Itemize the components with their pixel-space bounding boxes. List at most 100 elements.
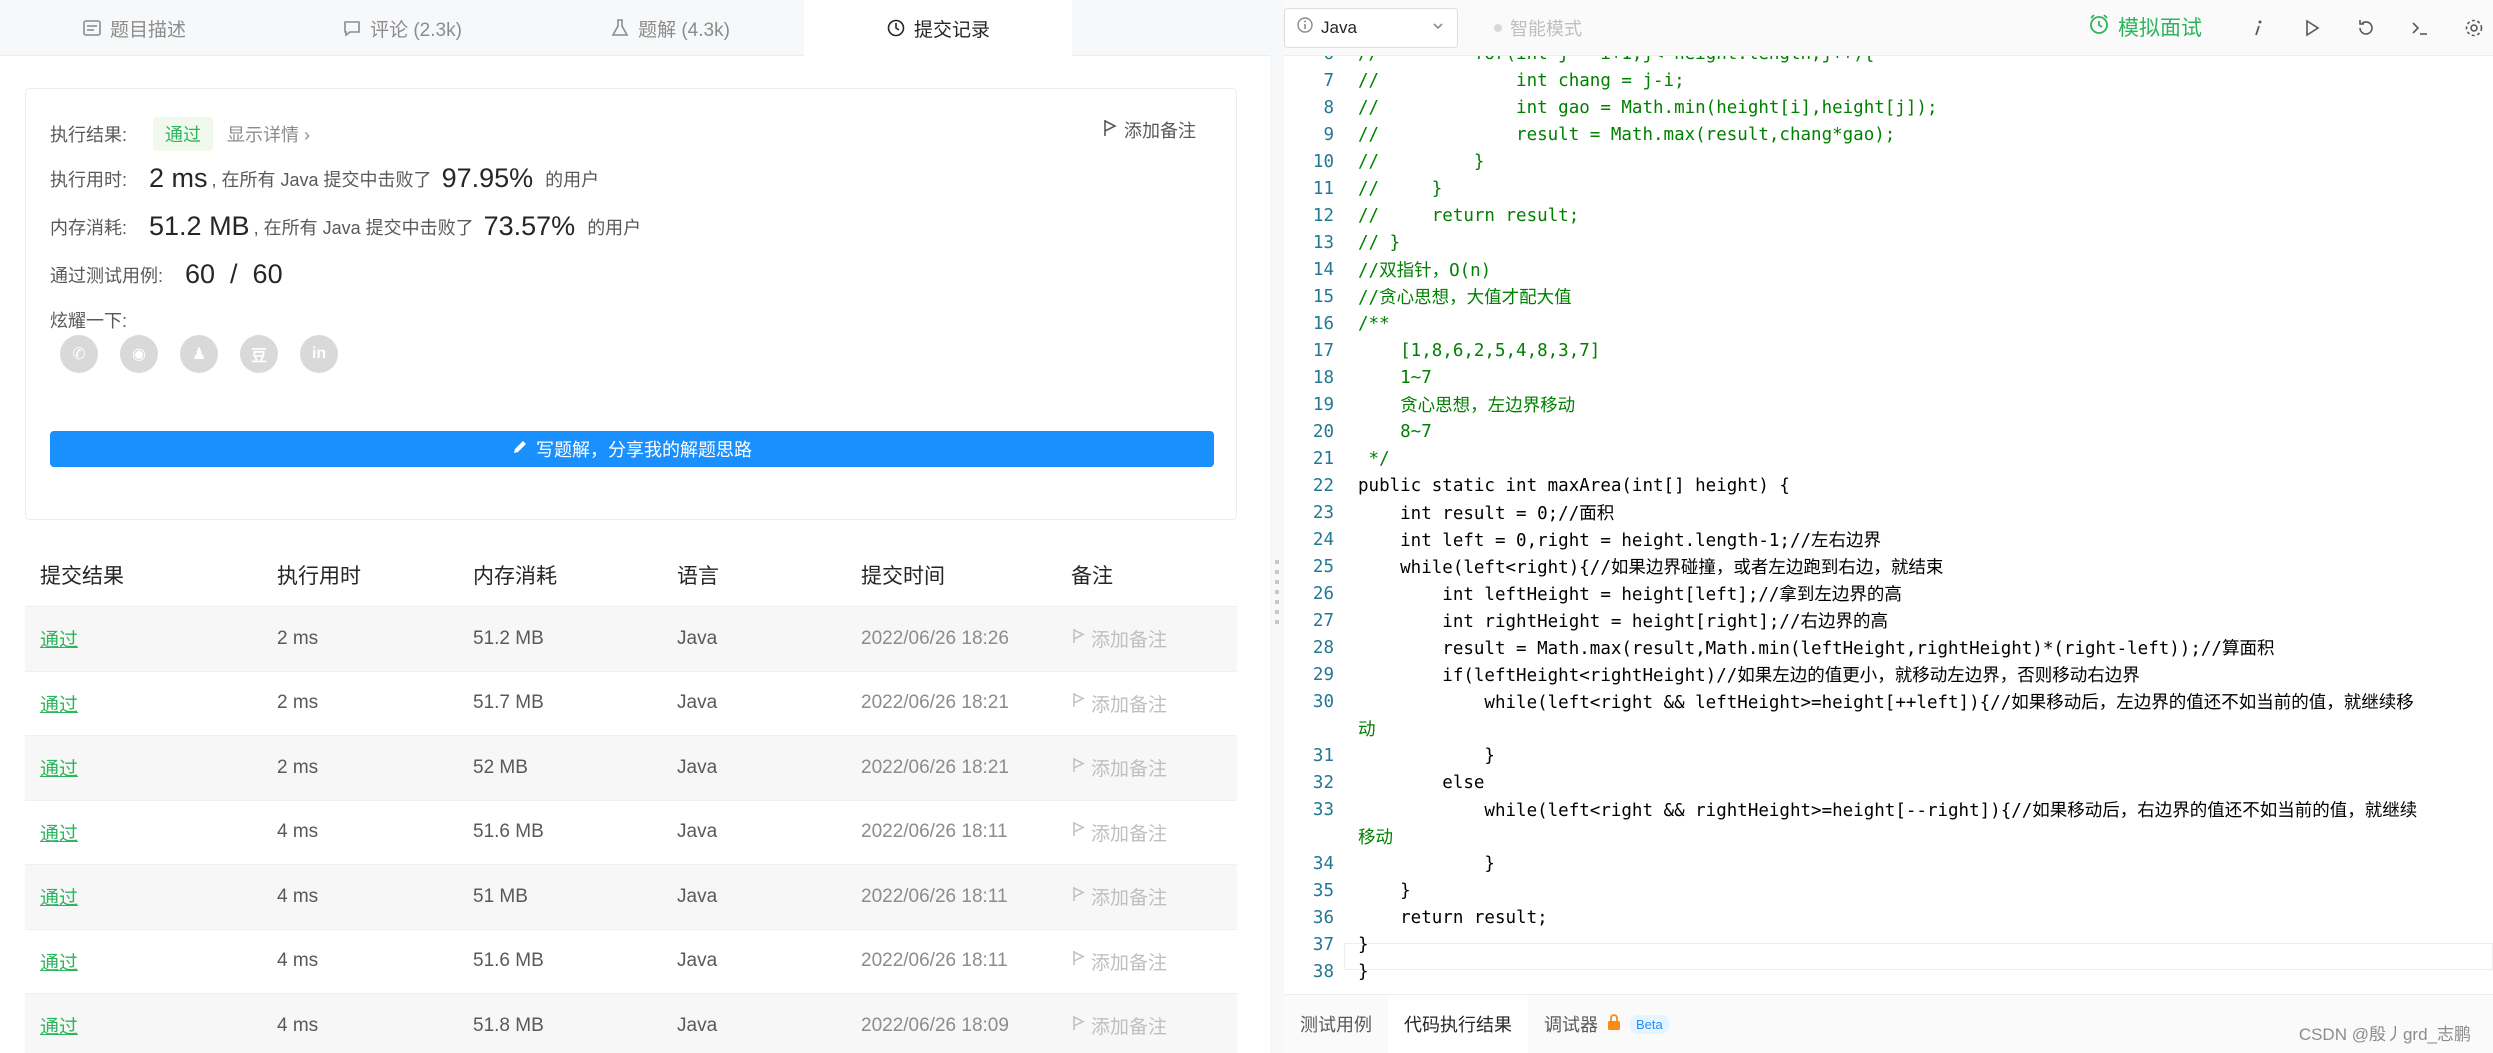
- tab-test-cases[interactable]: 测试用例: [1284, 995, 1388, 1053]
- terminal-icon[interactable]: [2406, 14, 2434, 42]
- line-code: 移动: [1358, 828, 1393, 848]
- header-status: 提交结果: [40, 564, 124, 588]
- row-add-note-button[interactable]: 添加备注: [1071, 819, 1237, 846]
- weibo-icon[interactable]: ◉: [120, 335, 158, 373]
- line-number: 37: [1312, 934, 1334, 955]
- row-time: 2 ms: [277, 692, 319, 714]
- row-add-note-button[interactable]: 添加备注: [1071, 883, 1237, 910]
- row-status[interactable]: 通过: [25, 625, 277, 652]
- show-detail-link[interactable]: 显示详情 ›: [227, 121, 310, 147]
- code-line: 25 while(left<right){//如果边界碰撞，或者左边跑到右边，就…: [1284, 553, 2493, 580]
- time-desc: , 在所有 Java 提交中击败了: [211, 169, 432, 190]
- line-number: 15: [1312, 286, 1334, 307]
- line-number: 14: [1312, 259, 1334, 280]
- row-language: Java: [677, 756, 718, 778]
- code-line: 11 // }: [1284, 175, 2493, 202]
- write-solution-button[interactable]: 写题解，分享我的解题思路: [50, 431, 1214, 467]
- linkedin-icon[interactable]: in: [300, 335, 338, 373]
- row-status[interactable]: 通过: [25, 948, 277, 975]
- result-card: 执行结果: 通过 显示详情 › 添加备注 执行用时: 2 ms , 在所有 Ja…: [25, 88, 1237, 520]
- code-line: 动: [1284, 715, 2493, 742]
- code-line: 27 int rightHeight = height[right];//右边界…: [1284, 607, 2493, 634]
- comment-icon: [342, 18, 362, 38]
- row-note-label: 添加备注: [1091, 759, 1168, 781]
- douban-icon[interactable]: 豆: [240, 335, 278, 373]
- row-status[interactable]: 通过: [25, 819, 277, 846]
- table-row: 通过 4 ms 51.6 MB Java 2022/06/26 18:11 添加备注: [25, 930, 1237, 994]
- table-row: 通过 2 ms 51.2 MB Java 2022/06/26 18:26 添加备注: [25, 607, 1237, 672]
- table-row: 通过 2 ms 52 MB Java 2022/06/26 18:21 添加备注: [25, 736, 1237, 801]
- row-status[interactable]: 通过: [25, 1012, 277, 1039]
- line-number: 25: [1312, 556, 1334, 577]
- memory-percentile: 73.57%: [483, 211, 576, 241]
- row-memory: 51.6 MB: [473, 821, 544, 843]
- flag-icon: [1071, 628, 1085, 650]
- row-note-label: 添加备注: [1091, 823, 1168, 845]
- row-memory: 51 MB: [473, 885, 528, 907]
- row-add-note-button[interactable]: 添加备注: [1071, 690, 1237, 717]
- line-code: int leftHeight = height[left];//拿到左边界的高: [1358, 585, 1902, 605]
- row-add-note-button[interactable]: 添加备注: [1071, 948, 1237, 975]
- line-code: while(left<right && leftHeight>=height[+…: [1358, 693, 2414, 713]
- smart-mode-toggle[interactable]: 智能模式: [1494, 15, 1582, 41]
- info-italic-icon[interactable]: [2244, 14, 2272, 42]
- tab-submissions[interactable]: 提交记录: [804, 0, 1072, 56]
- line-number: 23: [1312, 502, 1334, 523]
- line-number: 34: [1312, 853, 1334, 874]
- settings-icon[interactable]: [2460, 14, 2488, 42]
- mock-interview-button[interactable]: 模拟面试: [2088, 12, 2202, 42]
- tab-comments[interactable]: 评论 (2.3k): [268, 0, 536, 56]
- wechat-icon[interactable]: ✆: [60, 335, 98, 373]
- chevron-down-icon: [1431, 18, 1445, 38]
- tab-debugger[interactable]: 调试器 Beta: [1528, 995, 1685, 1053]
- write-solution-label: 写题解，分享我的解题思路: [536, 440, 752, 460]
- pane-splitter[interactable]: [1270, 0, 1284, 1053]
- reset-icon[interactable]: [2352, 14, 2380, 42]
- code-line: 7 // int chang = j-i;: [1284, 67, 2493, 94]
- code-line: 34 }: [1284, 850, 2493, 877]
- tab-exec-result[interactable]: 代码执行结果: [1388, 994, 1528, 1053]
- line-number: 9: [1323, 124, 1334, 145]
- test-cases-value: 60 / 60: [185, 259, 283, 289]
- table-row: 通过 4 ms 51.8 MB Java 2022/06/26 18:09 添加备注: [25, 994, 1237, 1053]
- language-select[interactable]: Java: [1284, 7, 1458, 48]
- row-status[interactable]: 通过: [25, 883, 277, 910]
- watermark: CSDN @殷丿grd_志鹏: [2298, 1025, 2471, 1044]
- line-number: 11: [1312, 178, 1334, 199]
- memory-desc: , 在所有 Java 提交中击败了: [253, 217, 474, 238]
- line-number: 22: [1312, 475, 1334, 496]
- line-code: }: [1358, 961, 1369, 982]
- code-editor[interactable]: 6 // for(int j = i+1;j< height.length;j++…: [1284, 56, 2493, 994]
- qq-icon[interactable]: ♟: [180, 335, 218, 373]
- line-code: // return result;: [1358, 205, 1580, 226]
- row-add-note-button[interactable]: 添加备注: [1071, 1012, 1237, 1039]
- tab-description[interactable]: 题目描述: [0, 0, 268, 56]
- add-note-button[interactable]: 添加备注: [1102, 117, 1196, 143]
- line-code: 8~7: [1358, 421, 1432, 442]
- row-status[interactable]: 通过: [25, 690, 277, 717]
- line-number: 36: [1312, 907, 1334, 928]
- line-number: 31: [1312, 745, 1334, 766]
- row-language: Java: [677, 885, 718, 907]
- beta-badge: Beta: [1630, 1014, 1669, 1034]
- row-add-note-button[interactable]: 添加备注: [1071, 625, 1237, 652]
- line-number: 18: [1312, 367, 1334, 388]
- row-add-note-button[interactable]: 添加备注: [1071, 754, 1237, 781]
- line-number: 24: [1312, 529, 1334, 550]
- time-percentile: 97.95%: [441, 163, 534, 193]
- play-icon[interactable]: [2298, 14, 2326, 42]
- line-number: 17: [1312, 340, 1334, 361]
- line-code: result = Math.max(result,Math.min(leftHe…: [1358, 639, 2275, 659]
- time-value: 2 ms: [149, 163, 208, 193]
- line-number: 20: [1312, 421, 1334, 442]
- code-line: 26 int leftHeight = height[left];//拿到左边界…: [1284, 580, 2493, 607]
- code-line: 36 return result;: [1284, 904, 2493, 931]
- row-submit-time: 2022/06/26 18:21: [861, 756, 1009, 778]
- line-number: 19: [1312, 394, 1334, 415]
- row-status[interactable]: 通过: [25, 754, 277, 781]
- status-badge: 通过: [153, 117, 214, 151]
- line-code: int result = 0;//面积: [1358, 504, 1615, 524]
- row-time: 4 ms: [277, 1014, 319, 1036]
- code-line: 23 int result = 0;//面积: [1284, 499, 2493, 526]
- tab-solutions[interactable]: 题解 (4.3k): [536, 0, 804, 56]
